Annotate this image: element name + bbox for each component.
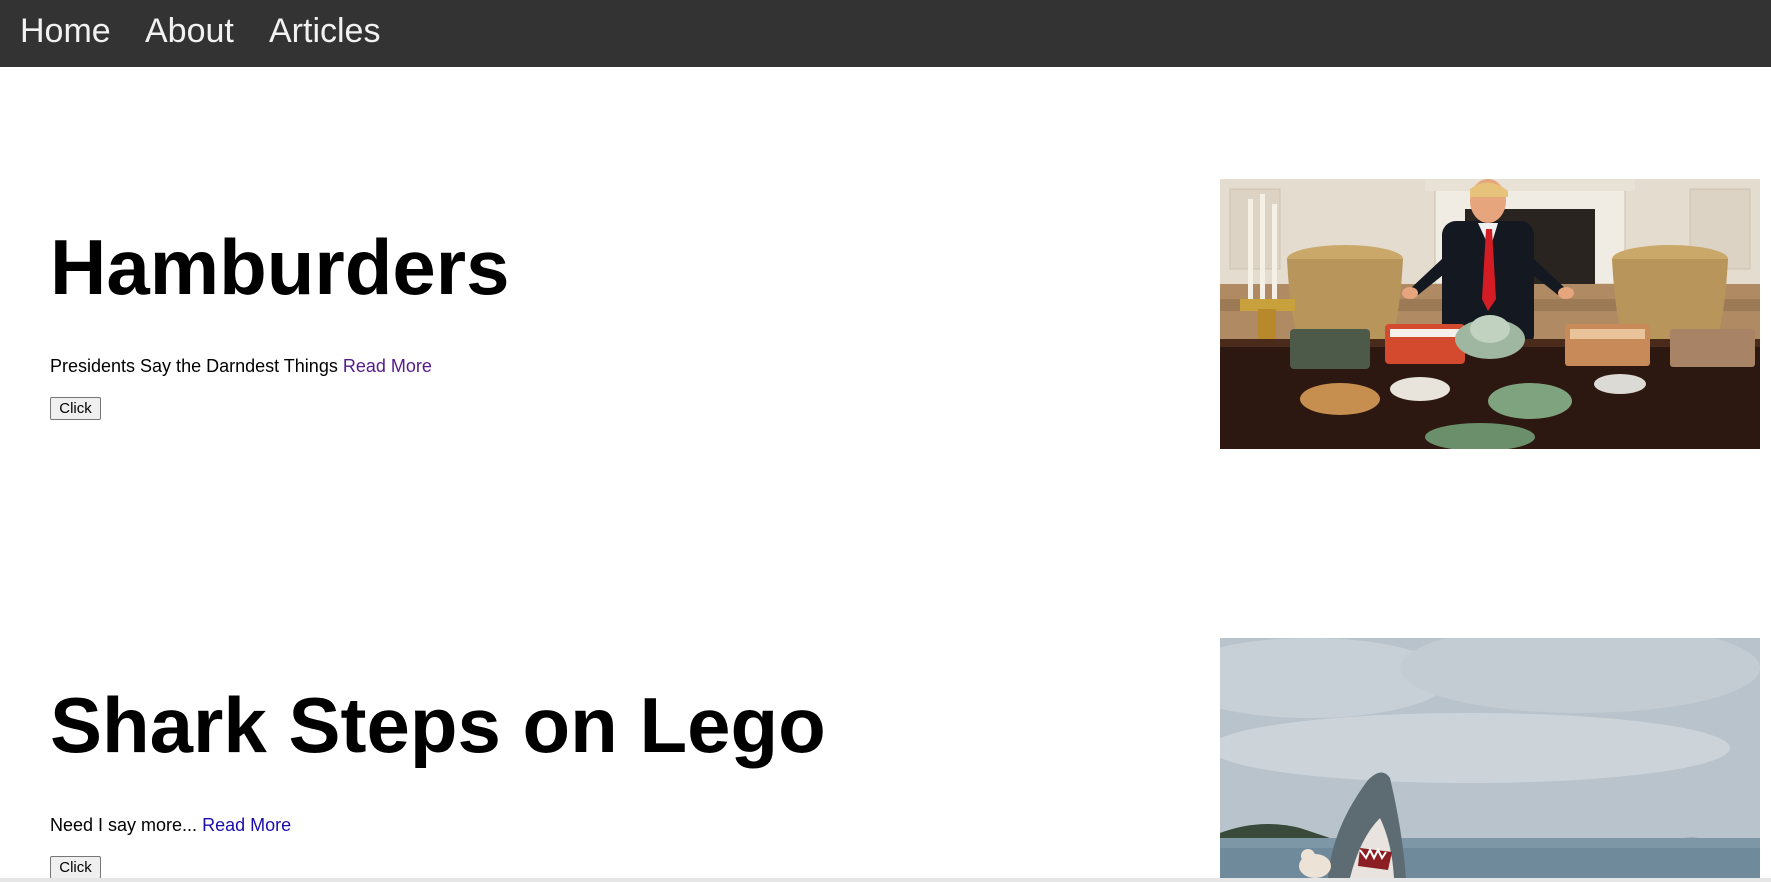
article-title: Shark Steps on Lego (50, 681, 826, 769)
article-image (1220, 638, 1760, 878)
horizontal-scrollbar[interactable] (0, 878, 1771, 882)
president-hamburgers-photo (1220, 179, 1760, 449)
read-more-link[interactable]: Read More (343, 356, 432, 376)
click-button[interactable]: Click (50, 397, 101, 420)
top-navigation-bar: Home About Articles (0, 0, 1771, 67)
read-more-link[interactable]: Read More (202, 815, 291, 835)
nav-about-link[interactable]: About (145, 0, 234, 63)
article-image (1220, 179, 1760, 449)
article-description-text: Need I say more... (50, 815, 198, 835)
nav-articles-link[interactable]: Articles (269, 0, 380, 63)
article-title: Hamburders (50, 223, 510, 311)
shark-lake-photo (1220, 638, 1760, 878)
nav-home-link[interactable]: Home (20, 0, 111, 63)
article-description-text: Presidents Say the Darndest Things (50, 356, 338, 376)
article-description: Presidents Say the Darndest Things Read … (50, 356, 432, 377)
click-button[interactable]: Click (50, 856, 101, 879)
article-description: Need I say more... Read More (50, 815, 291, 836)
